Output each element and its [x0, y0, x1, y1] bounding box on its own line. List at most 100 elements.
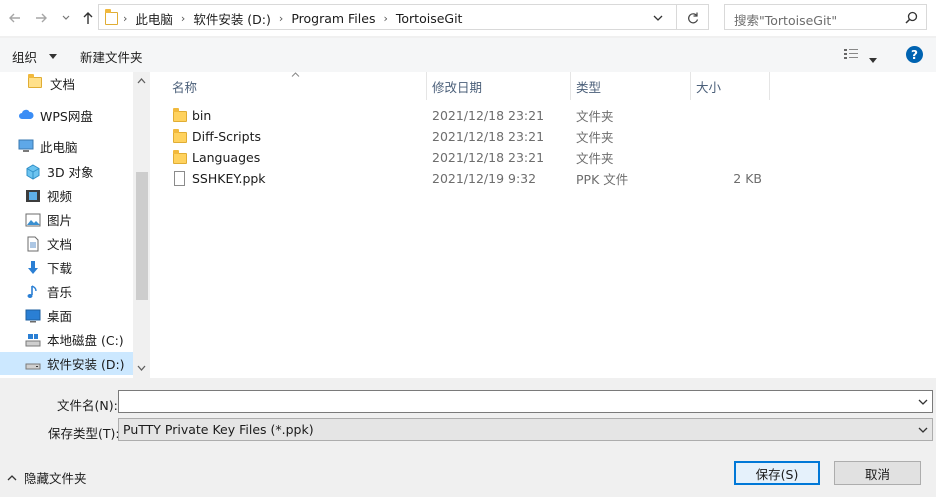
address-dropdown-button[interactable] [652, 12, 664, 26]
forward-button[interactable] [30, 7, 52, 29]
filetype-label: 保存类型(T): [48, 426, 120, 441]
column-divider[interactable] [769, 72, 770, 100]
sidebar-item-label: 文档 [50, 77, 76, 92]
file-row[interactable]: SSHKEY.ppk 2021/12/19 9:32 PPK 文件 2 KB [168, 168, 788, 189]
filetype-select[interactable]: PuTTY Private Key Files (*.ppk) [118, 418, 933, 441]
sidebar-item-this-pc[interactable]: 此电脑 [0, 135, 150, 158]
file-list: 名称 修改日期 类型 大小 bin 2021/12/18 23:21 文件夹 D… [150, 72, 936, 378]
new-folder-button[interactable]: 新建文件夹 [80, 47, 143, 66]
filename-field[interactable] [118, 390, 933, 413]
file-row[interactable]: bin 2021/12/18 23:21 文件夹 [168, 105, 788, 126]
search-icon [905, 11, 918, 24]
sidebar-item-label: 下载 [47, 261, 73, 276]
desktop-icon [25, 308, 41, 324]
chevron-down-icon[interactable] [918, 399, 928, 406]
sidebar-item-drive-d[interactable]: 软件安装 (D:) [0, 352, 133, 375]
details-view-icon [844, 49, 858, 59]
save-options-panel: 文件名(N): 保存类型(T): PuTTY Private Key Files… [0, 378, 936, 497]
file-row[interactable]: Languages 2021/12/18 23:21 文件夹 [168, 147, 788, 168]
column-divider[interactable] [426, 72, 427, 100]
sidebar-item-music[interactable]: 音乐 [0, 280, 150, 303]
organize-button[interactable]: 组织 [12, 47, 58, 66]
column-divider[interactable] [570, 72, 571, 100]
sidebar-item-3d-objects[interactable]: 3D 对象 [0, 160, 150, 183]
column-header-name[interactable]: 名称 [172, 72, 197, 100]
folder-icon [28, 73, 44, 92]
file-name: Diff-Scripts [192, 129, 261, 144]
column-header-date[interactable]: 修改日期 [432, 72, 482, 100]
video-icon [25, 188, 41, 204]
breadcrumb-item[interactable]: 软件安装 (D:) [193, 6, 271, 30]
breadcrumb-item[interactable]: TortoiseGit [396, 6, 463, 30]
file-row[interactable]: Diff-Scripts 2021/12/18 23:21 文件夹 [168, 126, 788, 147]
sidebar-item-desktop[interactable]: 桌面 [0, 304, 150, 327]
forward-arrow-icon [36, 13, 47, 23]
file-date: 2021/12/18 23:21 [432, 150, 545, 165]
sidebar-item-pictures[interactable]: 图片 [0, 208, 150, 231]
column-divider[interactable] [690, 72, 691, 100]
address-bar[interactable]: › 此电脑 › 软件安装 (D:) › Program Files › Tort… [98, 4, 677, 30]
file-type: 文件夹 [576, 130, 614, 145]
sidebar-item-label: 图片 [47, 213, 73, 228]
sidebar-item-label: WPS网盘 [40, 109, 93, 124]
sidebar-item-documents-quick[interactable]: 文档 [0, 72, 150, 95]
file-type: 文件夹 [576, 151, 614, 166]
file-size [696, 126, 762, 147]
caret-down-icon [49, 54, 58, 59]
search-input[interactable]: 搜索"TortoiseGit" [734, 10, 837, 29]
folder-icon [105, 9, 118, 25]
file-icon [174, 168, 185, 189]
breadcrumb-item[interactable]: 此电脑 [135, 6, 173, 30]
command-bar: 组织 新建文件夹 ? [0, 38, 936, 72]
breadcrumb-item[interactable]: Program Files [291, 6, 375, 30]
back-arrow-icon [9, 13, 20, 23]
back-button[interactable] [4, 7, 26, 29]
sidebar-item-wps-cloud[interactable]: WPS网盘 [0, 104, 150, 127]
music-icon [25, 284, 41, 300]
column-header-size[interactable]: 大小 [696, 72, 721, 100]
chevron-down-icon [653, 15, 663, 21]
sidebar-item-label: 音乐 [47, 285, 73, 300]
search-box[interactable]: 搜索"TortoiseGit" [724, 4, 927, 30]
file-name: Languages [192, 150, 261, 165]
document-icon [25, 236, 41, 252]
save-button[interactable]: 保存(S) [734, 461, 820, 485]
scroll-up-icon[interactable] [137, 78, 146, 84]
file-date: 2021/12/19 9:32 [432, 171, 537, 186]
sidebar-item-label: 视频 [47, 189, 73, 204]
scrollbar-thumb[interactable] [136, 172, 148, 300]
hide-folders-toggle[interactable]: 隐藏文件夹 [7, 468, 87, 487]
view-options-button[interactable] [843, 47, 859, 64]
scroll-down-icon[interactable] [137, 365, 146, 371]
file-type: PPK 文件 [576, 172, 629, 187]
picture-icon [25, 212, 41, 228]
file-size: 2 KB [733, 171, 762, 186]
up-arrow-icon [83, 12, 93, 24]
file-name: bin [192, 108, 212, 123]
sidebar-item-label: 本地磁盘 (C:) [47, 333, 124, 348]
help-icon[interactable]: ? [906, 46, 923, 63]
sidebar-item-label: 桌面 [47, 309, 73, 324]
drive-icon [25, 356, 41, 372]
sidebar-item-downloads[interactable]: 下载 [0, 256, 150, 279]
refresh-button[interactable] [677, 4, 709, 30]
download-icon [25, 260, 41, 276]
filetype-value: PuTTY Private Key Files (*.ppk) [123, 422, 314, 437]
up-button[interactable] [77, 7, 99, 29]
recent-locations-button[interactable] [58, 7, 74, 29]
sidebar-item-drive-c[interactable]: 本地磁盘 (C:) [0, 328, 150, 351]
sidebar-item-label: 软件安装 (D:) [47, 357, 125, 372]
file-type: 文件夹 [576, 109, 614, 124]
organize-label: 组织 [12, 50, 38, 65]
column-header-type[interactable]: 类型 [576, 72, 601, 100]
file-name: SSHKEY.ppk [192, 171, 266, 186]
3d-objects-icon [25, 163, 41, 180]
sidebar-item-videos[interactable]: 视频 [0, 184, 150, 207]
navigation-pane: 文档 WPS网盘 此电脑 3D 对象 视频 图片 文档 下载 音乐 桌面 本地磁… [0, 72, 150, 378]
sidebar-item-documents[interactable]: 文档 [0, 232, 150, 255]
view-dropdown-button[interactable] [869, 52, 877, 66]
chevron-down-icon [62, 15, 70, 20]
cancel-button[interactable]: 取消 [834, 461, 921, 485]
folder-icon [173, 126, 187, 147]
sidebar-item-label: 文档 [47, 237, 73, 252]
